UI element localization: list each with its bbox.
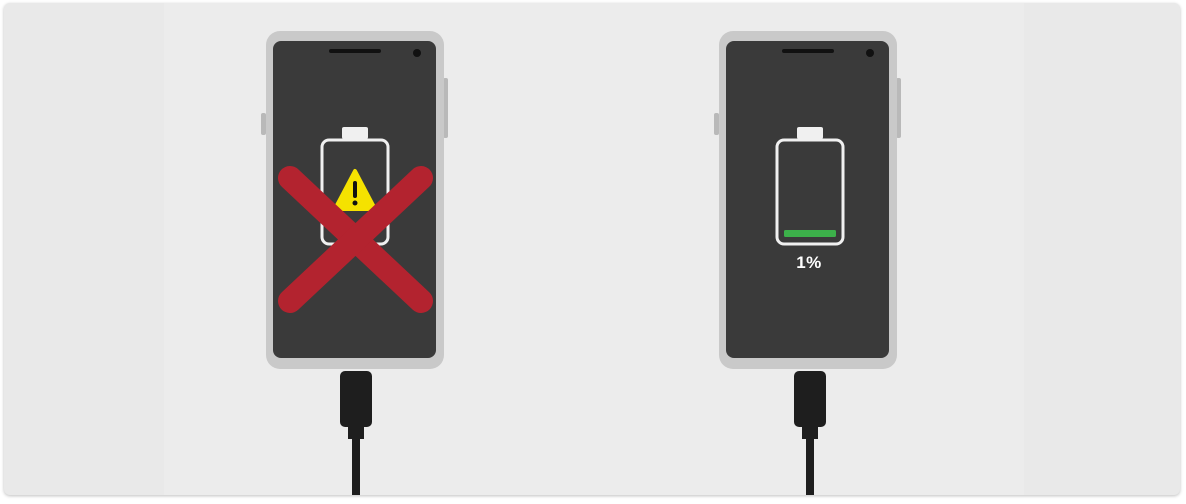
battery-percent-label: 1% [796, 253, 822, 272]
illustration-card: 1% [4, 3, 1180, 495]
volume-button [714, 113, 719, 135]
battery-level-bar [784, 230, 836, 237]
camera-dot [866, 49, 874, 57]
charging-cable [794, 371, 826, 495]
phone-screen [726, 41, 889, 358]
camera-dot [413, 49, 421, 57]
volume-button [261, 113, 266, 135]
speaker-slot [329, 49, 381, 53]
phone-right [714, 31, 901, 495]
phone-left [261, 31, 448, 495]
charging-cable [340, 371, 372, 495]
speaker-slot [782, 49, 834, 53]
